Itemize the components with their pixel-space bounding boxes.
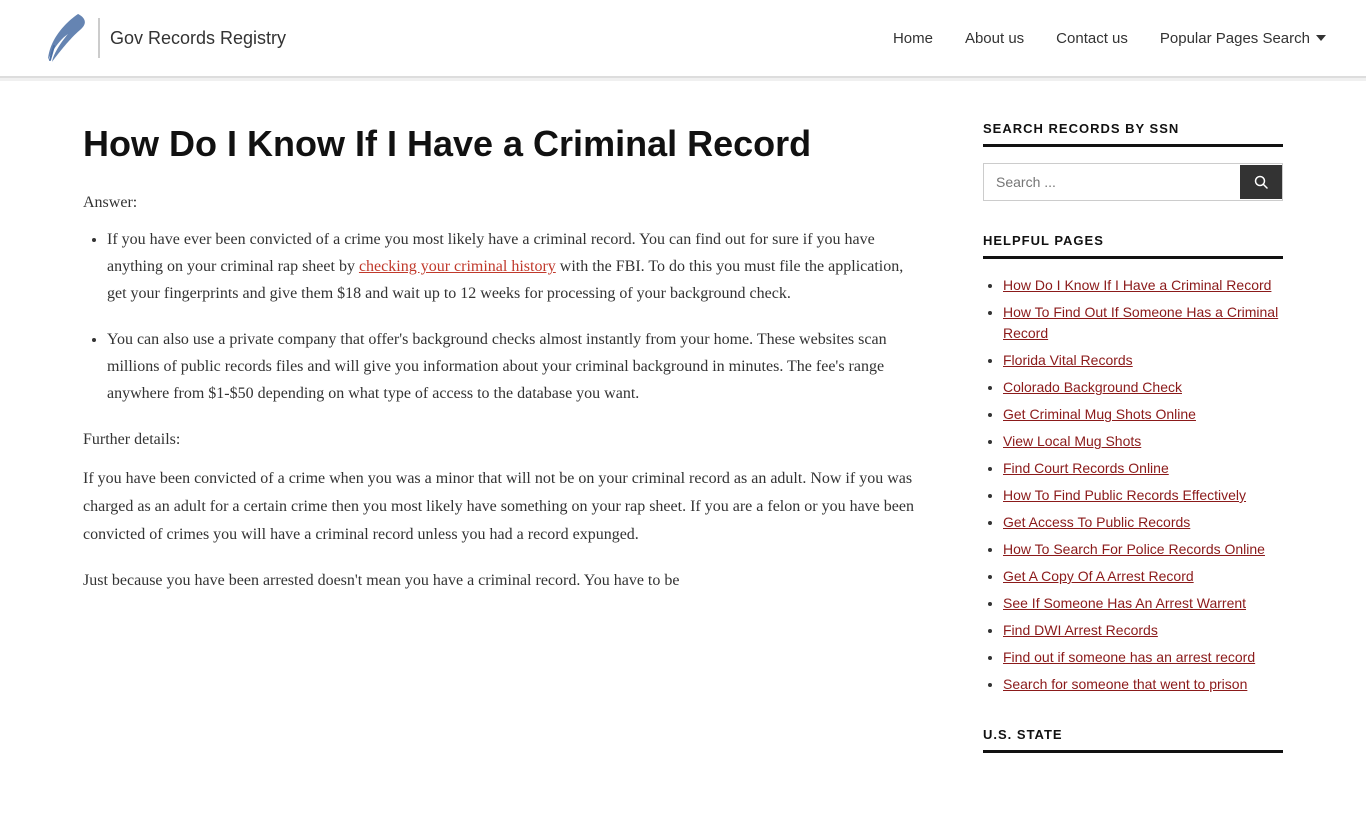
helpful-link-6[interactable]: Find Court Records Online	[1003, 460, 1169, 476]
helpful-list-item: Get Access To Public Records	[1003, 512, 1283, 533]
helpful-link-11[interactable]: See If Someone Has An Arrest Warrent	[1003, 595, 1246, 611]
helpful-link-0[interactable]: How Do I Know If I Have a Criminal Recor…	[1003, 277, 1271, 293]
helpful-list-item: How To Find Public Records Effectively	[1003, 485, 1283, 506]
helpful-link-1[interactable]: How To Find Out If Someone Has a Crimina…	[1003, 304, 1278, 341]
helpful-list-item: How To Find Out If Someone Has a Crimina…	[1003, 302, 1283, 344]
helpful-link-2[interactable]: Florida Vital Records	[1003, 352, 1133, 368]
search-box	[983, 163, 1283, 201]
article-body-2: Just because you have been arrested does…	[83, 567, 923, 595]
helpful-link-14[interactable]: Search for someone that went to prison	[1003, 676, 1247, 692]
nav-contact[interactable]: Contact us	[1056, 30, 1128, 47]
main-content: How Do I Know If I Have a Criminal Recor…	[83, 121, 923, 785]
nav-home[interactable]: Home	[893, 30, 933, 47]
helpful-list-item: Get A Copy Of A Arrest Record	[1003, 566, 1283, 587]
helpful-link-3[interactable]: Colorado Background Check	[1003, 379, 1182, 395]
helpful-list-item: Find DWI Arrest Records	[1003, 620, 1283, 641]
helpful-link-10[interactable]: Get A Copy Of A Arrest Record	[1003, 568, 1194, 584]
us-state-section: U.S. STATE	[983, 727, 1283, 753]
helpful-links-list: How Do I Know If I Have a Criminal Recor…	[983, 275, 1283, 695]
helpful-list-item: Search for someone that went to prison	[1003, 674, 1283, 695]
quill-icon	[40, 12, 88, 64]
search-icon	[1254, 175, 1268, 189]
helpful-list-item: See If Someone Has An Arrest Warrent	[1003, 593, 1283, 614]
article-title: How Do I Know If I Have a Criminal Recor…	[83, 121, 923, 166]
helpful-link-12[interactable]: Find DWI Arrest Records	[1003, 622, 1158, 638]
site-name: Gov Records Registry	[110, 28, 286, 49]
helpful-section-title: HELPFUL PAGES	[983, 233, 1283, 259]
article-body-1: If you have been convicted of a crime wh…	[83, 465, 923, 549]
criminal-history-link[interactable]: checking your criminal history	[359, 258, 556, 275]
helpful-list-item: Colorado Background Check	[1003, 377, 1283, 398]
main-nav: Home About us Contact us Popular Pages S…	[893, 30, 1326, 47]
answer-label: Answer:	[83, 194, 923, 212]
helpful-list-item: Get Criminal Mug Shots Online	[1003, 404, 1283, 425]
helpful-list-item: Find Court Records Online	[1003, 458, 1283, 479]
article-bullets: If you have ever been convicted of a cri…	[83, 226, 923, 407]
helpful-link-8[interactable]: Get Access To Public Records	[1003, 514, 1190, 530]
helpful-list-item: How To Search For Police Records Online	[1003, 539, 1283, 560]
helpful-list-item: Florida Vital Records	[1003, 350, 1283, 371]
nav-about[interactable]: About us	[965, 30, 1024, 47]
search-input[interactable]	[984, 164, 1240, 200]
nav-popular-label: Popular Pages Search	[1160, 30, 1310, 47]
us-state-title: U.S. STATE	[983, 727, 1283, 753]
logo-divider	[98, 18, 100, 58]
helpful-link-13[interactable]: Find out if someone has an arrest record	[1003, 649, 1255, 665]
search-section: SEARCH RECORDS BY SSN	[983, 121, 1283, 201]
nav-popular-pages[interactable]: Popular Pages Search	[1160, 30, 1326, 47]
helpful-list-item: Find out if someone has an arrest record	[1003, 647, 1283, 668]
helpful-link-9[interactable]: How To Search For Police Records Online	[1003, 541, 1265, 557]
helpful-list-item: View Local Mug Shots	[1003, 431, 1283, 452]
helpful-link-5[interactable]: View Local Mug Shots	[1003, 433, 1141, 449]
search-section-title: SEARCH RECORDS BY SSN	[983, 121, 1283, 147]
bullet-1: If you have ever been convicted of a cri…	[107, 226, 923, 308]
site-logo: Gov Records Registry	[40, 12, 286, 64]
helpful-link-7[interactable]: How To Find Public Records Effectively	[1003, 487, 1246, 503]
bullet-2: You can also use a private company that …	[107, 326, 923, 408]
further-details-label: Further details:	[83, 431, 923, 449]
helpful-link-4[interactable]: Get Criminal Mug Shots Online	[1003, 406, 1196, 422]
sidebar: SEARCH RECORDS BY SSN HELPFUL PAGES How …	[983, 121, 1283, 785]
helpful-pages-section: HELPFUL PAGES How Do I Know If I Have a …	[983, 233, 1283, 695]
page-wrapper: How Do I Know If I Have a Criminal Recor…	[43, 81, 1323, 825]
chevron-down-icon	[1316, 35, 1326, 41]
search-button[interactable]	[1240, 165, 1282, 199]
site-header: Gov Records Registry Home About us Conta…	[0, 0, 1366, 77]
helpful-list-item: How Do I Know If I Have a Criminal Recor…	[1003, 275, 1283, 296]
